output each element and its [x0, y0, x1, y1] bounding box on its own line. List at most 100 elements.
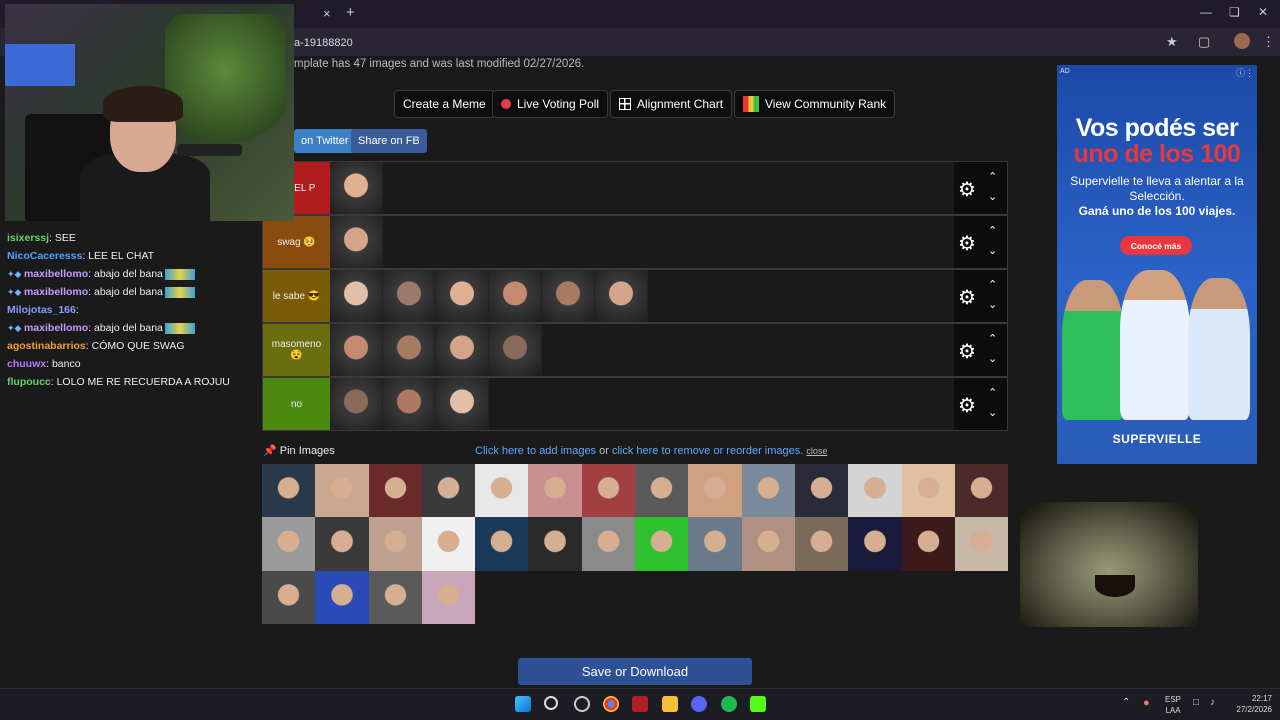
pool-image[interactable]: [581, 464, 636, 518]
reorder-images-link[interactable]: click here to remove or reorder images.: [612, 445, 803, 457]
chat-username[interactable]: chuuwx: [7, 358, 46, 370]
gear-icon[interactable]: ⚙: [958, 231, 976, 256]
pool-image[interactable]: [901, 464, 955, 518]
tier-image[interactable]: [489, 270, 542, 322]
pool-image[interactable]: [475, 517, 529, 571]
spotify-icon[interactable]: [721, 696, 737, 712]
search-icon[interactable]: [544, 696, 558, 710]
tier-label[interactable]: masomeno 😵: [263, 324, 330, 376]
pool-image[interactable]: [901, 517, 955, 571]
pool-image[interactable]: [741, 517, 795, 571]
tier-image[interactable]: [383, 324, 436, 376]
start-icon[interactable]: [515, 696, 531, 712]
tier-image[interactable]: [383, 270, 436, 322]
tier-image[interactable]: [330, 324, 383, 376]
pool-image[interactable]: [954, 517, 1009, 571]
tier-label[interactable]: swag 🥺: [263, 216, 330, 268]
pool-image[interactable]: [262, 517, 316, 571]
tray-chevron-icon[interactable]: ⌃: [1122, 697, 1130, 708]
lang-top[interactable]: ESP: [1162, 695, 1184, 704]
lang-bottom[interactable]: LAA: [1162, 706, 1184, 715]
pool-image[interactable]: [688, 464, 742, 518]
gear-icon[interactable]: ⚙: [958, 177, 976, 202]
minimize-icon[interactable]: —: [1200, 5, 1212, 19]
live-voting-poll-button[interactable]: Live Voting Poll: [492, 90, 609, 118]
tier-label[interactable]: no: [263, 378, 330, 430]
pool-image[interactable]: [421, 517, 476, 571]
chat-username[interactable]: isixerssj: [7, 232, 49, 244]
ad-cta-button[interactable]: Conocé más: [1120, 236, 1192, 255]
ad-info-icon[interactable]: ⓘ⋮: [1236, 66, 1254, 79]
pool-image[interactable]: [581, 517, 636, 571]
pool-image[interactable]: [848, 464, 902, 518]
tier-label[interactable]: le sabe 😎: [263, 270, 330, 322]
new-tab-button[interactable]: +: [346, 4, 355, 21]
clock-date[interactable]: 27/2/2026: [1226, 705, 1272, 714]
tier-image[interactable]: [489, 324, 542, 376]
share-fb-button[interactable]: Share on FB: [351, 129, 427, 153]
chat-username[interactable]: maxibellomo: [24, 286, 88, 298]
pool-image[interactable]: [635, 517, 689, 571]
pool-image[interactable]: [368, 464, 422, 518]
pool-image[interactable]: [315, 570, 369, 624]
pool-image[interactable]: [528, 464, 582, 518]
tier-image[interactable]: [383, 378, 436, 430]
pool-image[interactable]: [315, 517, 369, 571]
move-down-icon[interactable]: ⌄: [988, 406, 997, 419]
obs-icon[interactable]: [632, 696, 648, 712]
restore-icon[interactable]: ❏: [1229, 5, 1240, 19]
move-up-icon[interactable]: ⌃: [988, 278, 997, 291]
extensions-icon[interactable]: ▢: [1198, 34, 1210, 50]
gear-icon[interactable]: ⚙: [958, 393, 976, 418]
url-text[interactable]: a-19188820: [294, 37, 353, 49]
pool-image[interactable]: [741, 464, 795, 518]
pool-image[interactable]: [794, 517, 849, 571]
tab-close-icon[interactable]: ×: [323, 6, 331, 21]
gear-icon[interactable]: ⚙: [958, 285, 976, 310]
chat-username[interactable]: agostinabarrios: [7, 340, 86, 352]
tier-image[interactable]: [330, 216, 383, 268]
folder-icon[interactable]: [662, 696, 678, 712]
pool-image[interactable]: [954, 464, 1009, 518]
pool-image[interactable]: [635, 464, 689, 518]
create-meme-button[interactable]: Create a Meme: [394, 90, 495, 118]
pool-image[interactable]: [315, 464, 369, 518]
pool-image[interactable]: [688, 517, 742, 571]
profile-avatar[interactable]: [1234, 33, 1250, 49]
pool-image[interactable]: [368, 517, 422, 571]
move-down-icon[interactable]: ⌄: [988, 352, 997, 365]
add-images-link[interactable]: Click here to add images: [475, 445, 596, 457]
window-close-icon[interactable]: ✕: [1258, 5, 1268, 19]
pool-image[interactable]: [475, 464, 529, 518]
pool-image[interactable]: [368, 570, 422, 624]
mic-icon[interactable]: ●: [1143, 697, 1150, 709]
move-down-icon[interactable]: ⌄: [988, 190, 997, 203]
tier-image[interactable]: [330, 378, 383, 430]
discord-icon[interactable]: [691, 696, 707, 712]
tier-image[interactable]: [330, 270, 383, 322]
pool-image[interactable]: [262, 570, 316, 624]
tier-image[interactable]: [436, 270, 489, 322]
gear-icon[interactable]: ⚙: [958, 339, 976, 364]
move-down-icon[interactable]: ⌄: [988, 244, 997, 257]
alignment-chart-button[interactable]: Alignment Chart: [610, 90, 733, 118]
browser-menu-icon[interactable]: ⋮: [1262, 34, 1275, 50]
move-up-icon[interactable]: ⌃: [988, 386, 997, 399]
pin-images-header[interactable]: 📌 Pin Images: [263, 444, 335, 457]
pool-image[interactable]: [262, 464, 316, 518]
move-up-icon[interactable]: ⌃: [988, 224, 997, 237]
tier-image[interactable]: [330, 162, 383, 214]
move-up-icon[interactable]: ⌃: [988, 332, 997, 345]
chat-username[interactable]: NicoCaceresss: [7, 250, 82, 262]
tier-image[interactable]: [436, 324, 489, 376]
tier-image[interactable]: [595, 270, 648, 322]
community-rank-button[interactable]: View Community Rank: [734, 90, 896, 118]
kick-icon[interactable]: [750, 696, 766, 712]
clock-time[interactable]: 22:17: [1226, 694, 1272, 703]
chat-username[interactable]: flupoucc: [7, 376, 51, 388]
pool-image[interactable]: [421, 464, 476, 518]
pool-image[interactable]: [421, 570, 476, 624]
share-twitter-button[interactable]: on Twitter: [294, 129, 356, 153]
move-down-icon[interactable]: ⌄: [988, 298, 997, 311]
pool-image[interactable]: [794, 464, 849, 518]
